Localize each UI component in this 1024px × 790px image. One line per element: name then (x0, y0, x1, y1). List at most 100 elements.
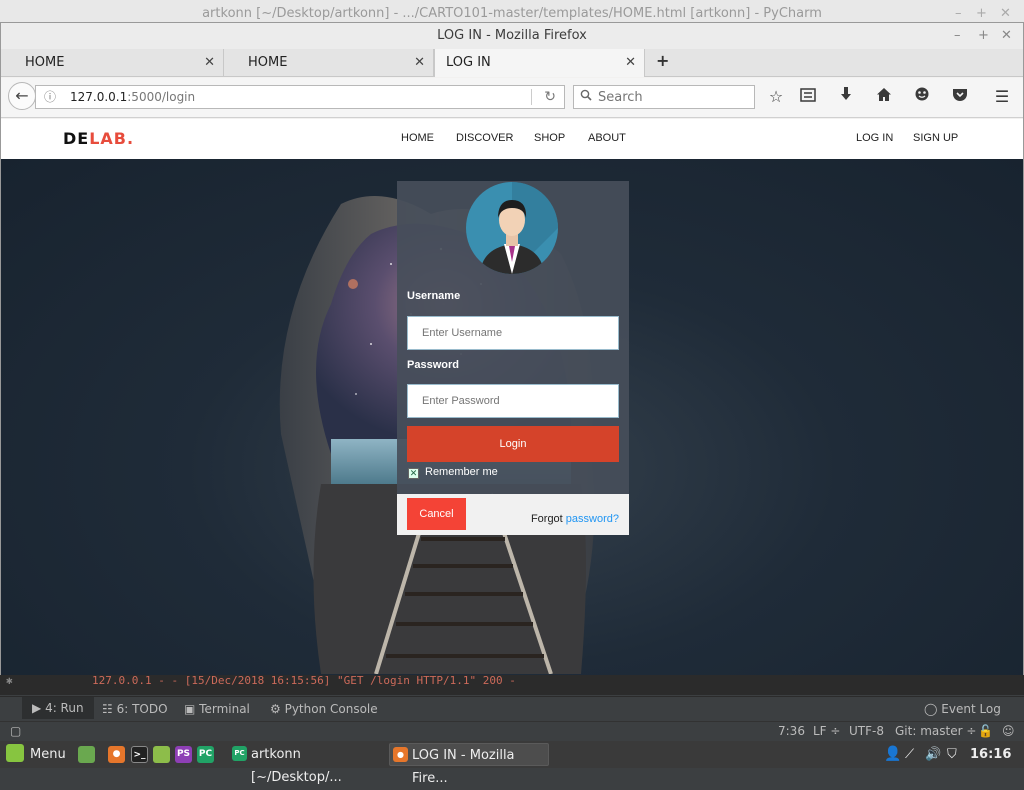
user-icon[interactable]: 👤 (884, 741, 901, 768)
tool-run-label: 4: Run (45, 701, 84, 715)
login-card: Username Password Login ✕ Remember me Can… (397, 181, 629, 535)
clock[interactable]: 16:16 (970, 741, 1011, 768)
remember-label: Remember me (425, 466, 498, 478)
forgot-password: Forgot password? (531, 513, 619, 525)
navigation-bar: ← ⓘ 127.0.0.1:5000/login ↻ ☆ (1, 78, 1023, 118)
remember-me[interactable]: ✕ Remember me (408, 466, 498, 479)
task-pycharm-label: artkonn [~/Desktop/... (251, 747, 342, 785)
network-icon[interactable]: ⟋ (905, 741, 914, 768)
tab-home-1[interactable]: HOME ✕ (1, 49, 224, 77)
logo-part-2: LAB. (89, 129, 135, 148)
tab-label: HOME (248, 55, 288, 70)
python-icon: ⚙ (270, 702, 281, 716)
minimize-icon[interactable]: – (954, 23, 961, 49)
search-bar[interactable] (573, 85, 755, 109)
reload-icon[interactable]: ↻ (544, 86, 556, 108)
event-log-icon: ◯ (924, 702, 938, 716)
mint-logo-icon (6, 744, 24, 762)
close-tab-icon[interactable]: ✕ (625, 49, 636, 77)
emoji-icon[interactable] (911, 86, 933, 108)
show-desktop-icon[interactable] (78, 746, 95, 763)
close-icon[interactable]: ✕ (1001, 23, 1012, 49)
volume-icon[interactable]: 🔊 (925, 741, 941, 768)
firefox-titlebar: LOG IN - Mozilla Firefox – + ✕ (1, 23, 1023, 49)
shield-icon[interactable]: ⛉ (947, 741, 957, 768)
url-bar[interactable]: ⓘ 127.0.0.1:5000/login ↻ (35, 85, 565, 109)
info-icon[interactable]: ⓘ (44, 86, 56, 108)
remember-checkbox[interactable]: ✕ (408, 468, 419, 479)
lock-icon[interactable]: 🔓 (978, 724, 993, 738)
divider (531, 89, 532, 105)
caret-position[interactable]: 7:36 (778, 724, 805, 738)
home-icon[interactable] (873, 86, 895, 108)
layout-icon[interactable]: ▢ (10, 724, 21, 738)
tool-run[interactable]: ▶ 4: Run (22, 697, 94, 719)
phpstorm-launcher-icon[interactable]: PS (175, 746, 192, 763)
task-firefox-label: LOG IN - Mozilla Fire... (412, 748, 515, 786)
tool-python-console[interactable]: ⚙ Python Console (270, 702, 378, 716)
card-footer: Cancel Forgot password? (397, 494, 629, 535)
run-icon: ▶ (32, 701, 42, 715)
list-icon: ☷ (102, 702, 113, 716)
tool-todo[interactable]: ☷ 6: TODO (102, 702, 168, 716)
login-button[interactable]: Login (407, 426, 619, 462)
files-launcher-icon[interactable] (153, 746, 170, 763)
pin-icon[interactable]: ✱ (6, 675, 13, 687)
tab-home-2[interactable]: HOME ✕ (224, 49, 434, 77)
back-button[interactable]: ← (8, 82, 36, 110)
nav-home[interactable]: HOME (401, 132, 434, 144)
tool-window-bar: ▶ 4: Run ☷ 6: TODO ▣ Terminal ⚙ Python C… (0, 696, 1024, 720)
task-firefox[interactable]: ● LOG IN - Mozilla Fire... (389, 743, 549, 786)
username-field[interactable] (407, 316, 619, 350)
menu-icon[interactable]: ☰ (991, 86, 1013, 108)
menu-label: Menu (30, 747, 66, 762)
line-separator[interactable]: LF ÷ (813, 724, 840, 738)
menu-button[interactable]: Menu (6, 741, 66, 768)
forgot-prefix: Forgot (530, 513, 563, 525)
console-line: 127.0.0.1 - - [15/Dec/2018 16:15:56] "GE… (92, 675, 516, 687)
nav-shop[interactable]: SHOP (534, 132, 565, 144)
hector-icon[interactable]: ☺ (1002, 724, 1015, 738)
nav-discover[interactable]: DISCOVER (456, 132, 513, 144)
password-label: Password (407, 359, 459, 371)
tab-label: LOG IN (446, 55, 491, 70)
tool-python-console-label: Python Console (284, 702, 378, 716)
hero-background: Username Password Login ✕ Remember me Can… (1, 159, 1023, 675)
site-navbar: DELAB. HOME DISCOVER SHOP ABOUT LOG IN S… (1, 119, 1023, 159)
tab-login[interactable]: LOG IN ✕ (434, 49, 645, 77)
pycharm-launcher-icon[interactable]: PC (197, 746, 214, 763)
pycharm-title: artkonn [~/Desktop/artkonn] - .../CARTO1… (202, 6, 822, 21)
back-arrow-icon: ← (15, 86, 29, 105)
terminal-launcher-icon[interactable]: >_ (131, 746, 148, 763)
nav-about[interactable]: ABOUT (588, 132, 626, 144)
pocket-icon[interactable] (949, 86, 971, 108)
cancel-button[interactable]: Cancel (407, 498, 466, 530)
password-field[interactable] (407, 384, 619, 418)
tab-bar: HOME ✕ HOME ✕ LOG IN ✕ + (1, 49, 1023, 77)
tool-todo-label: 6: TODO (116, 702, 168, 716)
logo-part-1: DE (63, 129, 90, 148)
terminal-icon: ▣ (184, 702, 196, 716)
tool-terminal[interactable]: ▣ Terminal (184, 702, 250, 716)
file-encoding[interactable]: UTF-8 (849, 724, 884, 738)
window-title: LOG IN - Mozilla Firefox (437, 28, 587, 43)
nav-login[interactable]: LOG IN (856, 132, 893, 144)
avatar (466, 182, 558, 274)
nav-signup[interactable]: SIGN UP (913, 132, 958, 144)
git-branch[interactable]: Git: master ÷ (895, 724, 976, 738)
new-tab-icon[interactable]: + (656, 51, 669, 70)
firefox-launcher-icon[interactable]: ● (108, 746, 125, 763)
forgot-password-link[interactable]: password? (566, 513, 619, 525)
maximize-icon[interactable]: + (978, 23, 989, 49)
close-tab-icon[interactable]: ✕ (204, 49, 215, 77)
task-pycharm[interactable]: PC artkonn [~/Desktop/... (229, 743, 381, 785)
bookmark-star-icon[interactable]: ☆ (765, 86, 787, 108)
search-input[interactable] (598, 87, 748, 107)
console-output: ✱ 127.0.0.1 - - [15/Dec/2018 16:15:56] "… (0, 675, 1024, 695)
close-tab-icon[interactable]: ✕ (414, 49, 425, 77)
bookmarks-list-icon[interactable] (797, 86, 819, 108)
status-bar: ▢ 7:36 LF ÷ UTF-8 Git: master ÷ 🔓 ☺ (0, 721, 1024, 741)
site-logo[interactable]: DELAB. (63, 129, 134, 148)
tool-event-log[interactable]: ◯ Event Log (924, 702, 1001, 716)
download-icon[interactable] (835, 86, 857, 108)
